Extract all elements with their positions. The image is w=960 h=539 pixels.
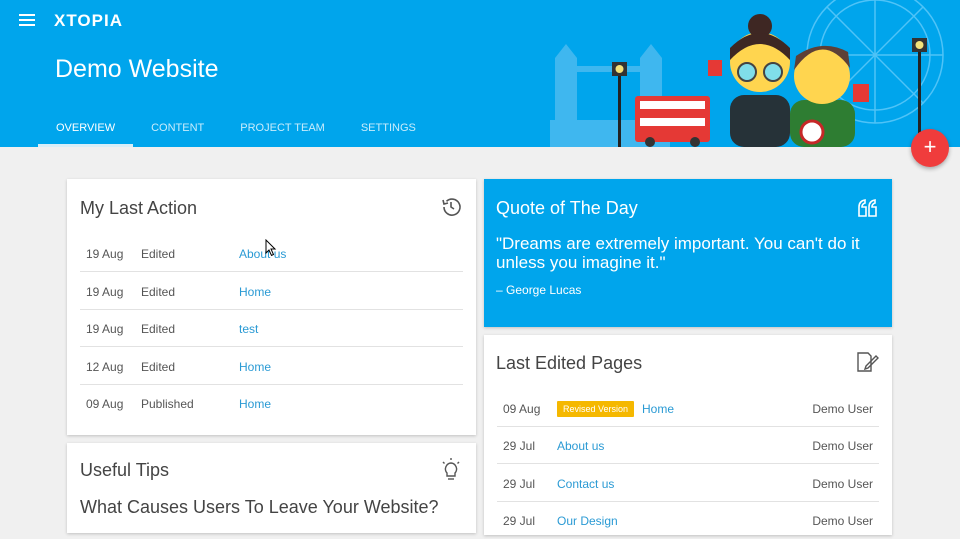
list-item: 19 Aug Edited test [80,310,463,347]
row-action: Published [141,397,194,411]
quote-card: Quote of The Day "Dreams are extremely i… [484,179,892,327]
quote-icon [858,199,877,217]
row-date: 09 Aug [86,397,124,411]
row-action: Edited [141,360,176,374]
row-date: 19 Aug [86,322,124,336]
tip-headline[interactable]: What Causes Users To Leave Your Website? [80,497,439,518]
quote-title: Quote of The Day [496,198,638,218]
tab-content[interactable]: CONTENT [133,112,222,147]
row-date: 29 Jul [503,477,536,491]
add-fab-button[interactable]: + [911,129,949,167]
row-action: Edited [141,285,176,299]
row-date: 09 Aug [503,402,541,416]
list-item: 12 Aug Edited Home [80,348,463,385]
page-link[interactable]: Home [239,397,271,411]
table-row: 29 Jul Our Design Demo User [497,502,879,539]
last-action-card: My Last Action 19 Aug Edited About us 19… [67,179,476,435]
row-action: Edited [141,322,176,336]
characters-image [708,14,869,147]
row-date: 29 Jul [503,514,536,528]
page-link[interactable]: Home [239,360,271,374]
quote-text: "Dreams are extremely important. You can… [496,234,860,272]
page-link[interactable]: Home [239,285,271,299]
useful-tips-title: Useful Tips [80,460,170,480]
tab-settings[interactable]: SETTINGS [343,112,434,147]
page-link[interactable]: About us [239,247,286,261]
mouse-cursor-icon [265,239,277,257]
row-action: Edited [141,247,176,261]
row-date: 19 Aug [86,247,124,261]
quote-author: – George Lucas [496,283,582,297]
row-user: Demo User [812,402,873,416]
last-action-title: My Last Action [80,198,198,218]
revised-version-badge: Revised Version [557,401,635,417]
row-date: 29 Jul [503,439,536,453]
app-header: XTOPIA Demo Website OVERVIEW CONTENT PRO… [0,0,960,147]
last-edited-card: Last Edited Pages 09 Aug Revised Version… [484,335,892,535]
header-illustration [550,0,944,147]
page-link[interactable]: Our Design [557,514,618,528]
page-link[interactable]: Home [642,402,674,416]
useful-tips-card: Useful Tips What Causes Users To Leave Y… [67,443,476,533]
edit-page-icon[interactable] [855,351,879,373]
history-icon[interactable] [440,196,462,218]
list-item: 09 Aug Published Home [80,385,463,422]
site-title: Demo Website [55,55,219,83]
list-item: 19 Aug Edited Home [80,273,463,310]
row-user: Demo User [812,514,873,528]
row-user: Demo User [812,477,873,491]
hamburger-menu-icon[interactable] [19,14,35,28]
double-decker-bus-image [635,96,710,147]
row-user: Demo User [812,439,873,453]
row-date: 19 Aug [86,285,124,299]
table-row: 29 Jul About us Demo User [497,427,879,464]
page-link[interactable]: Contact us [557,477,614,491]
row-date: 12 Aug [86,360,124,374]
lightbulb-icon [442,458,460,480]
table-row: 09 Aug Revised Version Home Demo User [497,390,879,427]
table-row: 29 Jul Contact us Demo User [497,465,879,502]
page-link[interactable]: About us [557,439,604,453]
app-logo[interactable]: XTOPIA [54,11,123,31]
page-link[interactable]: test [239,322,258,336]
last-edited-title: Last Edited Pages [496,353,643,373]
tab-project-team[interactable]: PROJECT TEAM [222,112,343,147]
tab-overview[interactable]: OVERVIEW [38,112,134,147]
tab-bar: OVERVIEW CONTENT PROJECT TEAM SETTINGS [38,112,434,147]
